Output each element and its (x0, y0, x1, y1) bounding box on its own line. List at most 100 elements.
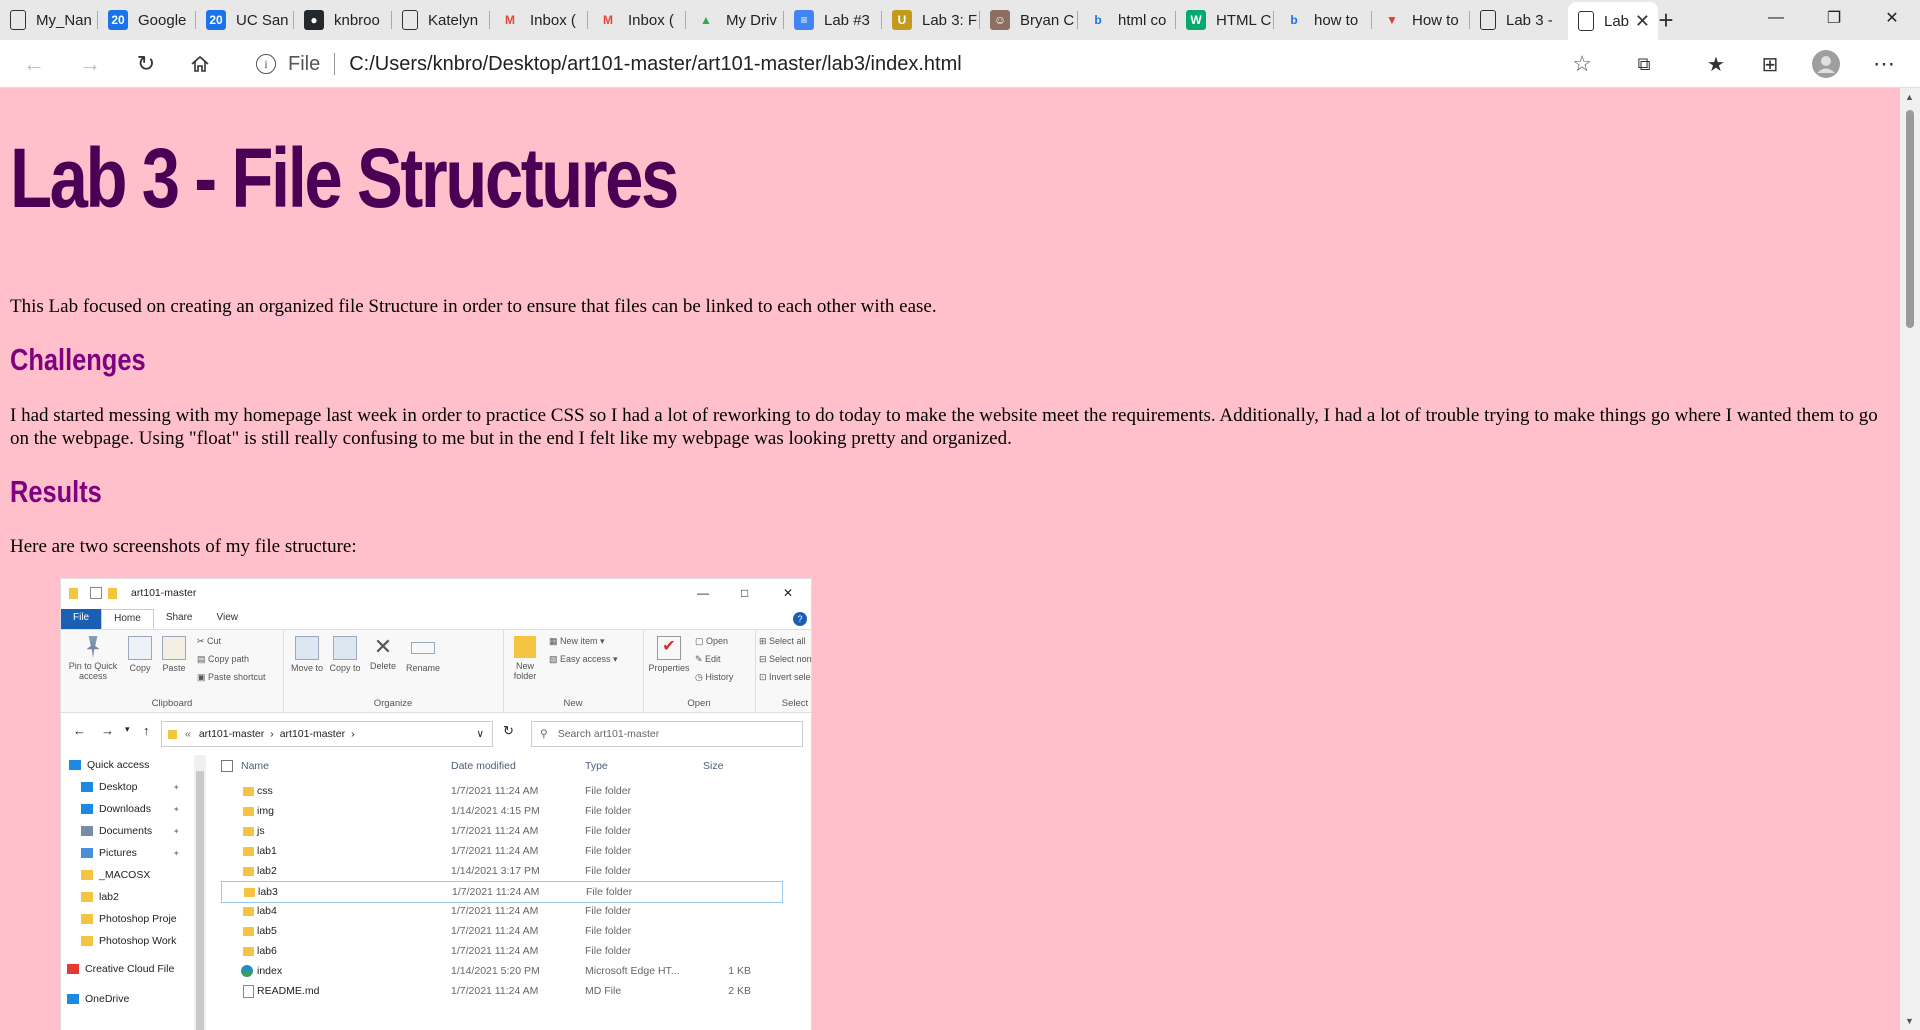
nav-pane-scrollbar (194, 755, 206, 1030)
invert-selection-button: ⊡ Invert selection (759, 672, 811, 683)
scroll-down-icon[interactable]: ▼ (1905, 1016, 1914, 1026)
w3schools-icon: W (1186, 10, 1206, 30)
page-scrollbar[interactable]: ▲ ▼ (1900, 88, 1920, 1030)
new-folder-button: New folder (509, 636, 541, 681)
file-size: 1 KB (728, 965, 751, 977)
properties-button: ✔ Properties (647, 636, 691, 673)
tab[interactable]: ≡ Lab #3 (784, 4, 882, 36)
new-item-label: New item (560, 636, 598, 646)
tab-label: Lab (1604, 12, 1630, 30)
explorer-nav-row: ← → ▾ ↑ « art101-master › art101-master … (61, 717, 811, 747)
tab[interactable]: ▼ How to (1372, 4, 1470, 36)
easy-access-button: ▧ Easy access ▾ (549, 654, 618, 664)
forward-icon[interactable]: → (72, 46, 108, 82)
nav-item-label: Photoshop Work (99, 935, 177, 947)
results-paragraph: Here are two screenshots of my file stru… (10, 536, 357, 557)
cut-label: Cut (207, 636, 222, 646)
tab[interactable]: ☺ Bryan C (980, 4, 1078, 36)
rename-button: Rename (405, 636, 441, 673)
nav-item-label: Pictures (99, 847, 137, 859)
challenges-heading: Challenges (10, 342, 146, 377)
paste-label: Paste (162, 663, 186, 673)
site-info-icon[interactable]: i (256, 54, 276, 74)
explorer-search-icon: ⚲ (540, 728, 548, 740)
new-tab-button[interactable]: + (1650, 4, 1682, 36)
collections-extension-icon[interactable]: ⧉ (1626, 46, 1662, 82)
restore-button[interactable]: ❐ (1806, 0, 1862, 36)
favorites-icon[interactable]: ★ (1698, 46, 1734, 82)
image-icon: ☺ (990, 10, 1010, 30)
tab[interactable]: M Inbox ( (588, 4, 686, 36)
file-date: 1/14/2021 5:20 PM (451, 965, 540, 977)
more-menu-icon[interactable]: ⋯ (1866, 46, 1902, 82)
pinned-icon: ✦ (173, 848, 180, 858)
select-all-checkbox (221, 755, 233, 777)
tab-label: My_Nan (36, 11, 92, 29)
breadcrumb-end-chevron-icon: › (351, 728, 355, 740)
url-text[interactable]: C:/Users/knbro/Desktop/art101-master/art… (349, 53, 961, 76)
easy-access-label: Easy access (560, 654, 611, 664)
gmail-icon: M (603, 13, 613, 27)
tab[interactable]: Lab 3 - (1470, 4, 1568, 36)
explorer-titlebar: art101-master — □ ✕ (61, 579, 811, 607)
tab[interactable]: Katelyn (392, 4, 490, 36)
tab[interactable]: ● knbroo (294, 4, 392, 36)
scheme-label: File (288, 52, 321, 75)
tab-active[interactable]: Lab ✕ (1568, 2, 1658, 40)
file-name: lab3 (258, 886, 278, 898)
nav-item-icon (81, 892, 93, 902)
home-icon[interactable] (182, 46, 218, 82)
explorer-navigation-pane: Quick access Desktop ✦ Downloads ✦ Documents ✦… (61, 755, 201, 1030)
v-icon: ▼ (1386, 13, 1398, 27)
select-none-button: ⊟ Select none (759, 654, 811, 665)
tab[interactable]: b how to (1274, 4, 1372, 36)
collections-icon[interactable]: ⊞ (1752, 46, 1788, 82)
file-type: File folder (585, 945, 632, 957)
file-date: 1/7/2021 11:24 AM (451, 785, 539, 797)
nav-item: Creative Cloud File (67, 959, 174, 979)
minimize-button[interactable]: — (1748, 0, 1804, 36)
open-button: ▢ Open (695, 636, 729, 646)
tab[interactable]: U Lab 3: F (882, 4, 980, 36)
pin-quick-access-button: Pin to Quick access (65, 636, 121, 681)
nav-item: Photoshop Proje (81, 909, 177, 929)
nav-item: Photoshop Work (81, 931, 176, 951)
address-bar[interactable]: i File C:/Users/knbro/Desktop/art101-mas… (236, 46, 1602, 82)
open-label: Open (706, 636, 729, 646)
tab-label: Bryan C (1020, 11, 1075, 29)
favorite-star-icon[interactable]: ☆ (1572, 51, 1592, 77)
tab[interactable]: 20 Google (98, 4, 196, 36)
tab-label: UC San (236, 11, 289, 29)
nav-item-icon (81, 848, 93, 858)
calendar-icon: 20 (108, 10, 128, 30)
move-to-label: Move to (291, 663, 324, 673)
intro-paragraph: This Lab focused on creating an organize… (10, 296, 937, 317)
page-icon (10, 10, 26, 30)
file-name: lab4 (257, 905, 277, 917)
scroll-up-icon[interactable]: ▲ (1905, 92, 1914, 102)
invert-selection-label: Invert selection (769, 672, 811, 682)
close-tab-icon[interactable]: ✕ (1635, 11, 1650, 32)
back-icon[interactable]: ← (16, 46, 52, 82)
tab[interactable]: ▲ My Driv (686, 4, 784, 36)
tab-label: HTML C (1216, 11, 1272, 29)
column-header-type: Type (585, 760, 608, 772)
page-scroll-thumb[interactable] (1906, 110, 1914, 328)
profile-avatar[interactable] (1808, 46, 1844, 82)
bing-icon: b (1094, 13, 1102, 27)
close-window-button[interactable]: ✕ (1864, 0, 1920, 36)
address-divider (334, 53, 336, 75)
file-row: lab6 1/7/2021 11:24 AM File folder (221, 941, 781, 961)
tab[interactable]: 20 UC San (196, 4, 294, 36)
gmail-icon: M (505, 13, 515, 27)
nav-item-icon (69, 760, 81, 770)
tab[interactable]: M Inbox ( (490, 4, 588, 36)
tab[interactable]: W HTML C (1176, 4, 1274, 36)
explorer-maximize-icon: □ (741, 586, 749, 600)
tab[interactable]: My_Nan (0, 4, 98, 36)
tab[interactable]: b html co (1078, 4, 1176, 36)
file-date: 1/7/2021 11:24 AM (451, 945, 539, 957)
nav-item-icon (81, 914, 93, 924)
file-row: index 1/14/2021 5:20 PM Microsoft Edge HT.… (221, 961, 781, 981)
refresh-icon[interactable]: ↻ (128, 46, 164, 82)
